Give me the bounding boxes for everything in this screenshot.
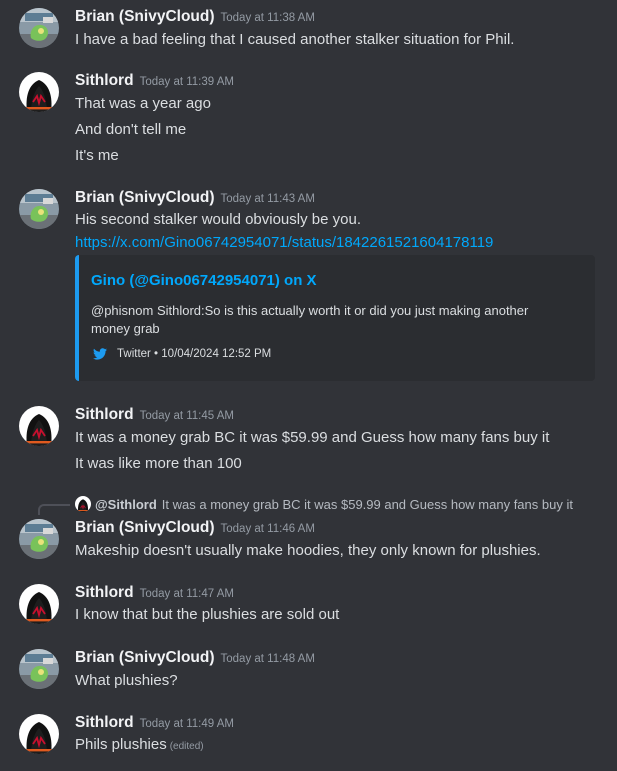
- avatar[interactable]: [19, 8, 59, 48]
- message-text: That was a year ago: [75, 95, 211, 112]
- message-link[interactable]: https://x.com/Gino06742954071/status/184…: [75, 234, 493, 251]
- message-text: It was like more than 100: [75, 455, 242, 472]
- sithlord-avatar-image: [75, 496, 91, 512]
- timestamp[interactable]: Today at 11:38 AM: [221, 12, 315, 24]
- twitter-bird-icon: [93, 348, 107, 360]
- timestamp[interactable]: Today at 11:39 AM: [140, 76, 234, 88]
- avatar[interactable]: [19, 714, 59, 754]
- message-text: Phils plushies: [75, 736, 167, 753]
- avatar[interactable]: [19, 649, 59, 689]
- avatar[interactable]: [19, 584, 59, 624]
- brian-avatar-image: [19, 649, 59, 689]
- link-embed: Gino (@Gino06742954071) on X @phisnom Si…: [75, 255, 595, 381]
- username[interactable]: Sithlord: [75, 714, 134, 731]
- message-text: I have a bad feeling that I caused anoth…: [75, 31, 515, 48]
- message-text: What plushies?: [75, 672, 178, 689]
- username[interactable]: Brian (SnivyCloud): [75, 519, 215, 536]
- reply-username[interactable]: @Sithlord: [95, 497, 157, 512]
- brian-avatar-image: [19, 189, 59, 229]
- username[interactable]: Brian (SnivyCloud): [75, 189, 215, 206]
- message-text: Makeship doesn't usually make hoodies, t…: [75, 542, 541, 559]
- sithlord-avatar-image: [19, 72, 59, 112]
- brian-avatar-image: [19, 519, 59, 559]
- username[interactable]: Brian (SnivyCloud): [75, 649, 215, 666]
- sithlord-avatar-image: [19, 584, 59, 624]
- username[interactable]: Sithlord: [75, 584, 134, 601]
- username[interactable]: Sithlord: [75, 406, 134, 423]
- embed-footer: Twitter • 10/04/2024 12:52 PM: [93, 348, 271, 360]
- message-text: It was a money grab BC it was $59.99 and…: [75, 429, 550, 446]
- username[interactable]: Sithlord: [75, 72, 134, 89]
- reply-text[interactable]: It was a money grab BC it was $59.99 and…: [162, 497, 573, 512]
- timestamp[interactable]: Today at 11:45 AM: [140, 410, 234, 422]
- message-text: His second stalker would obviously be yo…: [75, 211, 361, 228]
- reply-reference[interactable]: @Sithlord It was a money grab BC it was …: [75, 496, 573, 512]
- brian-avatar-image: [19, 8, 59, 48]
- reply-connector: [38, 504, 70, 515]
- sithlord-avatar-image: [19, 714, 59, 754]
- timestamp[interactable]: Today at 11:48 AM: [221, 653, 315, 665]
- message-text: I know that but the plushies are sold ou…: [75, 606, 340, 623]
- message-text-line: Phils plushies (edited): [75, 736, 204, 753]
- timestamp[interactable]: Today at 11:47 AM: [140, 588, 234, 600]
- edited-label: (edited): [169, 741, 204, 752]
- embed-footer-text: Twitter • 10/04/2024 12:52 PM: [117, 348, 272, 360]
- username[interactable]: Brian (SnivyCloud): [75, 8, 215, 25]
- avatar[interactable]: [19, 519, 59, 559]
- avatar[interactable]: [19, 72, 59, 112]
- avatar[interactable]: [19, 189, 59, 229]
- timestamp[interactable]: Today at 11:49 AM: [140, 718, 234, 730]
- embed-description: @phisnom Sithlord:So is this actually wo…: [91, 303, 529, 336]
- reply-avatar: [75, 496, 91, 512]
- timestamp[interactable]: Today at 11:46 AM: [221, 523, 315, 535]
- embed-title[interactable]: Gino (@Gino06742954071) on X: [91, 272, 317, 289]
- message-text: It's me: [75, 147, 119, 164]
- timestamp[interactable]: Today at 11:43 AM: [221, 193, 315, 205]
- message-text: And don't tell me: [75, 121, 187, 138]
- avatar[interactable]: [19, 406, 59, 446]
- sithlord-avatar-image: [19, 406, 59, 446]
